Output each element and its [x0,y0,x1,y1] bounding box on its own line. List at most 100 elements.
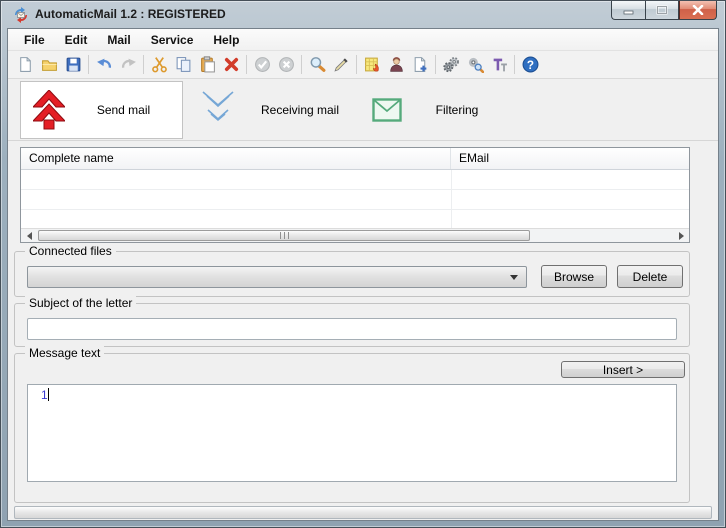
subject-group: Subject of the letter [14,303,690,347]
toolbar-delete-button[interactable] [219,53,243,77]
table-row[interactable] [21,170,689,190]
table-row[interactable] [21,190,689,210]
tab-send-mail[interactable]: Send mail [20,81,183,139]
filtering-icon [372,98,402,122]
toolbar: ? [8,51,718,79]
toolbar-separator [143,55,144,74]
subject-input[interactable] [27,318,677,340]
scroll-right-icon [679,232,684,240]
message-legend: Message text [25,346,104,360]
message-textarea[interactable]: 1 [27,384,677,482]
cut-scissors-icon [151,56,168,73]
insert-button[interactable]: Insert > [561,361,685,378]
recipients-table[interactable]: Complete name EMail [20,147,690,243]
toolbar-edit-button[interactable] [329,53,353,77]
toolbar-settings-search-button[interactable] [463,53,487,77]
menu-mail[interactable]: Mail [97,31,140,49]
add-document-icon [412,56,429,73]
toolbar-undo-button[interactable] [92,53,116,77]
toolbar-search-button[interactable] [305,53,329,77]
menu-bar: File Edit Mail Service Help [8,29,718,51]
toolbar-user-button[interactable] [384,53,408,77]
toolbar-separator [435,55,436,74]
minimize-icon [623,6,635,15]
message-group: Message text Insert > 1 [14,353,690,503]
menu-edit[interactable]: Edit [55,31,98,49]
recipients-table-header: Complete name EMail [21,148,689,170]
maximize-button[interactable] [645,1,679,20]
paste-icon [199,56,216,73]
scrollbar-thumb[interactable] [38,230,530,241]
toolbar-cut-button[interactable] [147,53,171,77]
menu-service[interactable]: Service [141,31,204,49]
user-icon [388,56,405,73]
toolbar-copy-button[interactable] [171,53,195,77]
connected-files-combobox[interactable] [27,266,527,288]
toolbar-confirm-button[interactable] [250,53,274,77]
toolbar-new-button[interactable] [13,53,37,77]
toolbar-gears-button[interactable] [439,53,463,77]
scroll-left-icon [27,232,32,240]
open-folder-icon [41,56,58,73]
send-mail-icon [33,90,65,130]
connected-files-group: Connected files Browse Delete [14,251,690,297]
window-title: AutomaticMail 1.2 : REGISTERED [35,1,226,29]
table-row[interactable] [21,210,689,230]
column-header-email[interactable]: EMail [451,148,689,169]
hot-notes-icon [364,56,381,73]
text-format-icon [491,56,508,73]
toolbar-textformat-button[interactable] [487,53,511,77]
copy-icon [175,56,192,73]
browse-button[interactable]: Browse [541,265,607,288]
gear-settings-icon [467,56,484,73]
close-icon [692,5,704,15]
client-area: File Edit Mail Service Help [8,29,718,520]
menu-file[interactable]: File [14,31,55,49]
mode-tab-strip: Send mail Receiving mail Filtering [8,79,718,141]
toolbar-separator [301,55,302,74]
save-icon [65,56,82,73]
maximize-icon [656,5,668,15]
toolbar-adddoc-button[interactable] [408,53,432,77]
app-window: AutomaticMail 1.2 : REGISTERED File Edit… [0,0,726,528]
toolbar-save-button[interactable] [61,53,85,77]
toolbar-paste-button[interactable] [195,53,219,77]
delete-file-button[interactable]: Delete [617,265,683,288]
toolbar-cancel-button[interactable] [274,53,298,77]
edit-pen-icon [333,56,350,73]
app-logo-icon [13,7,29,23]
cancel-circle-icon [278,56,295,73]
title-bar[interactable]: AutomaticMail 1.2 : REGISTERED [1,1,725,29]
tab-filtering[interactable]: Filtering [360,81,512,139]
scroll-right-button[interactable] [673,229,689,242]
menu-help[interactable]: Help [203,31,249,49]
close-button[interactable] [679,1,717,20]
search-icon [309,56,326,73]
receiving-mail-icon [201,90,235,130]
message-text: 1 [41,388,48,402]
toolbar-separator [356,55,357,74]
delete-icon [223,56,240,73]
status-bar [14,506,712,519]
tab-receiving-mail[interactable]: Receiving mail [189,81,365,139]
connected-files-legend: Connected files [25,244,116,258]
scrollbar-grip-icon [280,232,289,239]
horizontal-scrollbar[interactable] [21,228,689,242]
tab-send-mail-label: Send mail [65,103,182,117]
toolbar-help-button[interactable]: ? [518,53,542,77]
help-icon: ? [522,56,539,73]
new-document-icon [17,56,34,73]
confirm-check-icon [254,56,271,73]
column-header-complete-name[interactable]: Complete name [21,148,451,169]
toolbar-open-button[interactable] [37,53,61,77]
minimize-button[interactable] [611,1,645,20]
column-divider [451,170,452,228]
redo-icon [120,56,137,73]
toolbar-separator [88,55,89,74]
undo-icon [96,56,113,73]
toolbar-redo-button[interactable] [116,53,140,77]
svg-text:?: ? [526,59,533,72]
scroll-left-button[interactable] [21,229,37,242]
toolbar-hotnotes-button[interactable] [360,53,384,77]
subject-legend: Subject of the letter [25,296,136,310]
